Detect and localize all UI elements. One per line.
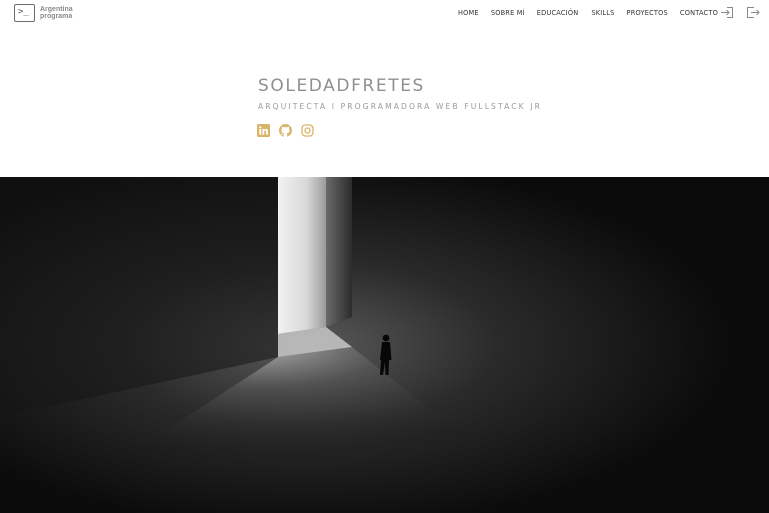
hero-subtitle: ARQUITECTA I PROGRAMADORA WEB FULLSTACK … xyxy=(258,102,542,111)
nav-proyectos[interactable]: PROYECTOS xyxy=(627,9,668,17)
argentina-programa-logo[interactable]: >_ Argentina programa xyxy=(14,4,73,22)
doorway-illustration xyxy=(0,177,769,513)
instagram-icon[interactable] xyxy=(301,124,314,137)
social-links xyxy=(257,124,314,137)
hero-image xyxy=(0,177,769,513)
logo-line-2: programa xyxy=(40,13,73,20)
main-nav: HOME SOBRE MÍ EDUCACIÓN SKILLS PROYECTOS… xyxy=(458,9,718,17)
logo-line-1: Argentina xyxy=(40,5,73,13)
terminal-icon: >_ xyxy=(14,4,35,22)
linkedin-icon[interactable] xyxy=(257,124,270,137)
hero-section: SOLEDADFRETES ARQUITECTA I PROGRAMADORA … xyxy=(0,26,769,177)
nav-educacion[interactable]: EDUCACIÓN xyxy=(537,9,579,17)
login-icon[interactable] xyxy=(720,6,734,19)
nav-skills[interactable]: SKILLS xyxy=(591,9,614,17)
page-title: SOLEDADFRETES xyxy=(258,76,425,96)
logo-text: Argentina programa xyxy=(40,6,73,21)
top-navbar: >_ Argentina programa HOME SOBRE MÍ EDUC… xyxy=(0,0,769,26)
nav-contacto[interactable]: CONTACTO xyxy=(680,9,718,17)
nav-home[interactable]: HOME xyxy=(458,9,479,17)
logout-icon[interactable] xyxy=(746,6,760,19)
nav-sobre-mi[interactable]: SOBRE MÍ xyxy=(491,9,525,17)
terminal-prompt: >_ xyxy=(18,7,29,17)
github-icon[interactable] xyxy=(279,124,292,137)
